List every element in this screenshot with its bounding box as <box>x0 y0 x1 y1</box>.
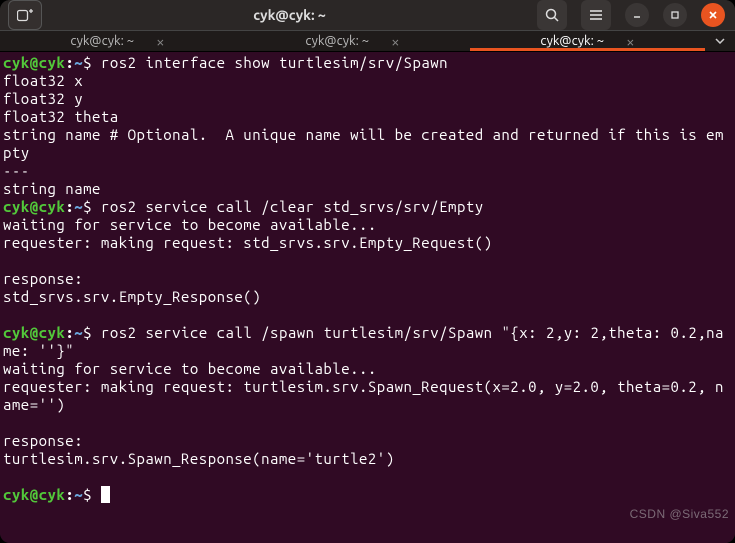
tab-label: cyk@cyk: ~ <box>70 34 134 48</box>
output-line: --- <box>3 162 30 179</box>
prompt-colon: : <box>65 198 74 215</box>
prompt-symbol: $ <box>83 198 101 215</box>
prompt-symbol: $ <box>83 324 101 341</box>
tab-2[interactable]: cyk@cyk: ~ × <box>235 31 470 51</box>
prompt-path: ~ <box>74 324 83 341</box>
close-button[interactable] <box>701 3 725 27</box>
tab-label: cyk@cyk: ~ <box>305 34 369 48</box>
search-button[interactable] <box>537 0 567 30</box>
cmd-text: ros2 service call /clear std_srvs/srv/Em… <box>101 198 484 215</box>
cmd-text: ros2 interface show turtlesim/srv/Spawn <box>101 54 448 71</box>
terminal-window: cyk@cyk: ~ cyk@cyk: ~ × cyk@cyk: ~ × cyk@c… <box>0 0 735 543</box>
cursor <box>101 486 110 503</box>
tab-label: cyk@cyk: ~ <box>540 34 604 48</box>
output-line: float32 x <box>3 72 83 89</box>
hamburger-icon <box>589 9 603 21</box>
prompt-user: cyk@cyk <box>3 198 65 215</box>
tabs-dropdown[interactable] <box>705 31 735 51</box>
prompt-symbol: $ <box>83 486 101 503</box>
output-line: string name # Optional. A unique name wi… <box>3 126 724 161</box>
search-icon <box>545 8 559 22</box>
terminal-body[interactable]: cyk@cyk:~$ ros2 interface show turtlesim… <box>0 52 735 543</box>
prompt-symbol: $ <box>83 54 101 71</box>
prompt-colon: : <box>65 486 74 503</box>
prompt-user: cyk@cyk <box>3 486 65 503</box>
prompt-user: cyk@cyk <box>3 324 65 341</box>
tab-close-icon[interactable]: × <box>391 33 399 50</box>
maximize-icon <box>670 10 680 20</box>
tab-3[interactable]: cyk@cyk: ~ × <box>470 31 705 51</box>
menu-button[interactable] <box>581 0 611 30</box>
output-line: response: <box>3 432 83 449</box>
output-line: turtlesim.srv.Spawn_Response(name='turtl… <box>3 450 395 467</box>
output-line: std_srvs.srv.Empty_Response() <box>3 288 261 305</box>
output-line: requester: making request: std_srvs.srv.… <box>3 234 493 251</box>
watermark: CSDN @Siva552 <box>630 505 729 523</box>
tab-close-icon[interactable]: × <box>626 33 634 50</box>
prompt-path: ~ <box>74 54 83 71</box>
output-line: response: <box>3 270 83 287</box>
new-tab-button[interactable] <box>8 0 42 30</box>
window-title: cyk@cyk: ~ <box>42 7 537 23</box>
minimize-button[interactable] <box>625 3 649 27</box>
tab-bar: cyk@cyk: ~ × cyk@cyk: ~ × cyk@cyk: ~ × <box>0 31 735 52</box>
prompt-user: cyk@cyk <box>3 54 65 71</box>
prompt-path: ~ <box>74 486 83 503</box>
output-line: waiting for service to become available.… <box>3 360 377 377</box>
chevron-down-icon <box>715 38 725 44</box>
output-line: float32 y <box>3 90 83 107</box>
cmd-text: ros2 service call /spawn turtlesim/srv/S… <box>3 324 724 359</box>
new-tab-icon <box>17 8 33 22</box>
minimize-icon <box>632 10 642 20</box>
prompt-colon: : <box>65 54 74 71</box>
close-icon <box>708 10 718 20</box>
output-line: waiting for service to become available.… <box>3 216 377 233</box>
titlebar: cyk@cyk: ~ <box>0 0 735 31</box>
prompt-colon: : <box>65 324 74 341</box>
output-line: string name <box>3 180 101 197</box>
output-line: float32 theta <box>3 108 119 125</box>
output-line: requester: making request: turtlesim.srv… <box>3 378 724 413</box>
tab-close-icon[interactable]: × <box>156 33 164 50</box>
prompt-path: ~ <box>74 198 83 215</box>
maximize-button[interactable] <box>663 3 687 27</box>
tab-1[interactable]: cyk@cyk: ~ × <box>0 31 235 51</box>
